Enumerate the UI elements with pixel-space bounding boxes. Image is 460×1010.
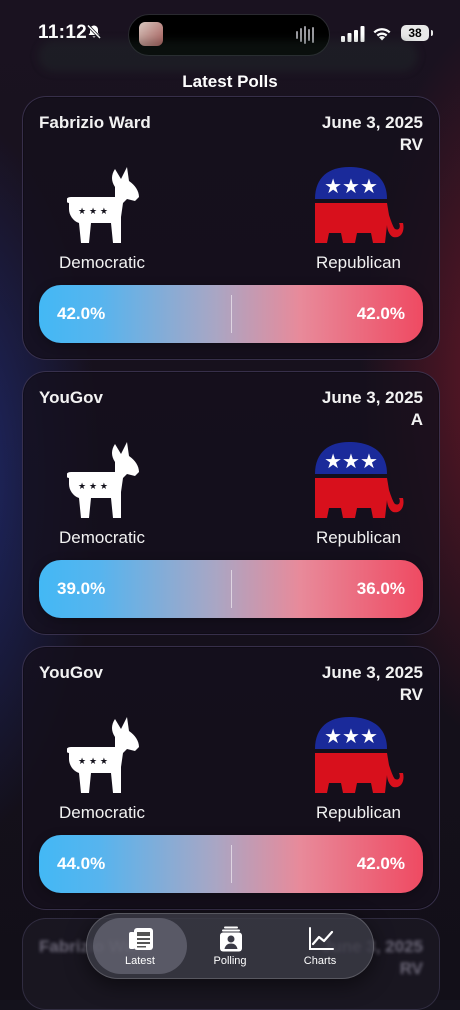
bar-divider — [231, 295, 232, 333]
poll-population: RV — [399, 685, 423, 704]
poll-card[interactable]: YouGov June 3, 2025 A ★ ★ ★ ★★★ Democratic Rep… — [22, 371, 440, 635]
democratic-percentage: 39.0% — [57, 579, 106, 598]
pollster-name: Fabrizio Ward — [39, 113, 151, 132]
tab-label: Latest — [125, 955, 155, 967]
svg-text:★ ★ ★: ★ ★ ★ — [78, 757, 108, 767]
bar-divider — [231, 570, 232, 608]
svg-text:★★★: ★★★ — [324, 724, 378, 748]
tab-latest[interactable]: Latest — [93, 918, 187, 974]
poll-result-bar: 44.0% 42.0% — [39, 835, 423, 893]
poll-date: June 3, 2025 — [321, 388, 423, 407]
svg-text:★★★: ★★★ — [324, 449, 378, 473]
person-card-icon — [220, 926, 242, 952]
republican-elephant-icon: ★★★ — [315, 442, 404, 518]
republican-label: Republican — [315, 253, 401, 272]
poll-result-bar: 42.0% 42.0% — [39, 285, 423, 343]
pollster-name: YouGov — [39, 388, 103, 407]
battery-indicator: 38 — [401, 25, 433, 41]
svg-text:★★★: ★★★ — [324, 174, 378, 198]
poll-result-bar: 39.0% 36.0% — [39, 560, 423, 618]
democratic-donkey-icon: ★ ★ ★ — [67, 717, 139, 793]
republican-percentage: 42.0% — [356, 854, 405, 873]
democratic-percentage: 42.0% — [57, 304, 106, 323]
democratic-label: Democratic — [59, 803, 145, 822]
democratic-donkey-icon: ★ ★ ★ — [67, 167, 139, 243]
republican-label: Republican — [315, 803, 401, 822]
bar-divider — [231, 845, 232, 883]
democratic-percentage: 44.0% — [57, 854, 106, 873]
poll-date: June 3, 2025 — [321, 113, 423, 132]
poll-date: June 3, 2025 — [321, 663, 423, 682]
poll-population: RV — [399, 959, 423, 978]
tab-charts[interactable]: Charts — [273, 918, 367, 974]
scroll-shade — [38, 40, 418, 72]
republican-elephant-icon: ★★★ — [315, 167, 404, 243]
poll-card[interactable]: Fabrizio Ward June 3, 2025 RV ★ ★ ★ ★★★ Democ… — [22, 96, 440, 360]
poll-population: RV — [399, 135, 423, 154]
republican-elephant-icon: ★★★ — [315, 717, 404, 793]
republican-percentage: 36.0% — [356, 579, 405, 598]
page-title: Latest Polls — [182, 72, 278, 91]
democratic-label: Democratic — [59, 528, 145, 547]
tab-label: Polling — [213, 955, 247, 967]
republican-percentage: 42.0% — [356, 304, 405, 323]
democratic-donkey-icon: ★ ★ ★ — [67, 442, 139, 518]
svg-text:★ ★ ★: ★ ★ ★ — [78, 207, 108, 217]
pollster-name: YouGov — [39, 663, 103, 682]
democratic-label: Democratic — [59, 253, 145, 272]
poll-card[interactable]: YouGov June 3, 2025 RV ★ ★ ★ ★★★ Democratic Re… — [22, 646, 440, 910]
svg-text:★ ★ ★: ★ ★ ★ — [78, 482, 108, 492]
tab-label: Charts — [303, 955, 337, 967]
line-chart-icon — [309, 927, 334, 950]
tab-bar: Latest Polling Charts — [86, 913, 374, 979]
republican-label: Republican — [315, 528, 401, 547]
tab-polling[interactable]: Polling — [183, 918, 277, 974]
poll-population: A — [410, 410, 423, 429]
newspaper-icon — [129, 928, 153, 950]
bell-muted-icon — [86, 24, 102, 40]
